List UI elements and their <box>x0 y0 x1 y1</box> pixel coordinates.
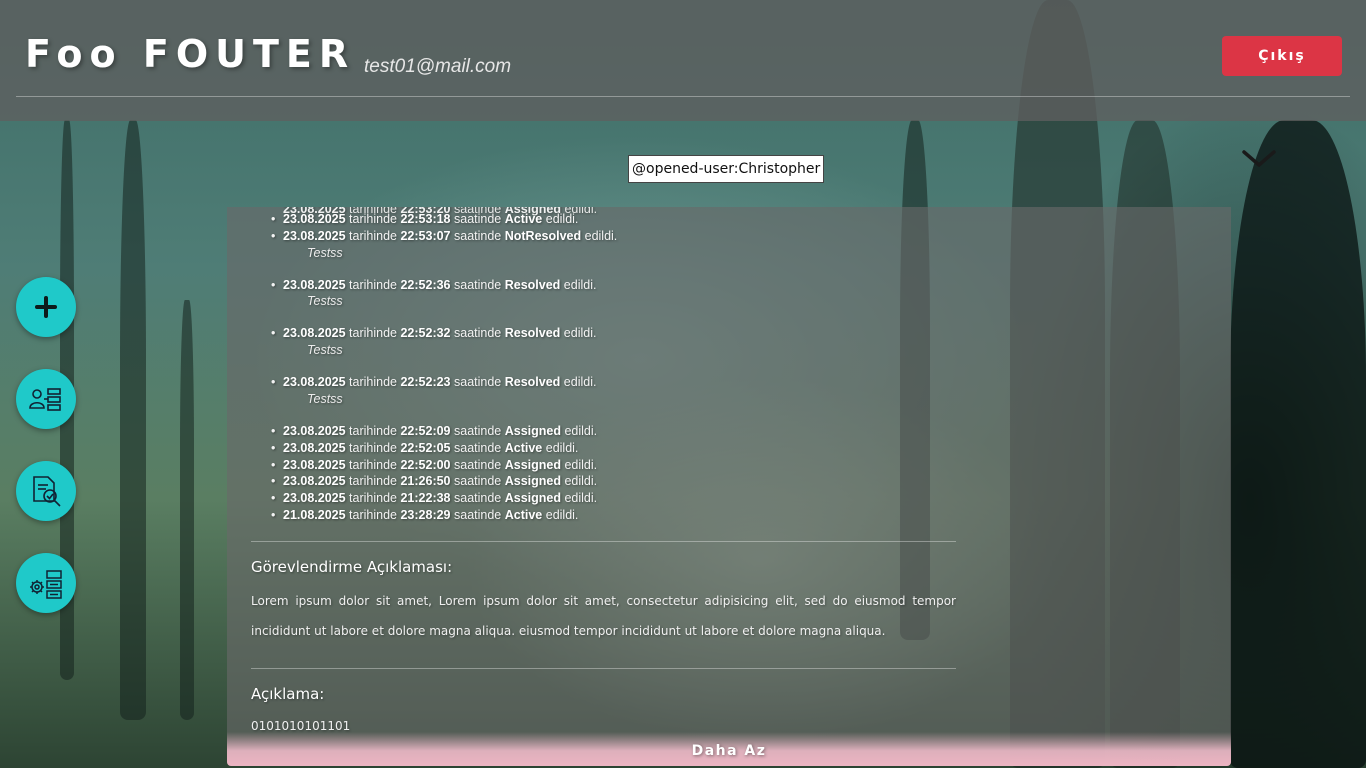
user-email: test01@mail.com <box>364 56 512 77</box>
entry-time: 22:52:36 <box>400 277 451 292</box>
header-divider <box>16 96 1350 97</box>
list-item: • 21.08.2025 tarihinde 23:28:29 saatinde … <box>271 507 579 522</box>
opened-user-tooltip: @opened-user:Christopher <box>628 155 825 183</box>
entry-status: Active <box>504 440 543 455</box>
entry-status: Assigned <box>504 457 561 472</box>
entry-note: Testss <box>307 391 343 406</box>
entry-date: 23.08.2025 <box>283 440 346 455</box>
assign-user-button[interactable] <box>16 369 76 429</box>
entry-date: 23.08.2025 <box>283 326 346 341</box>
entry-date: 23.08.2025 <box>283 491 346 506</box>
assignment-title: Görevlendirme Açıklaması: <box>251 558 453 576</box>
entry-status: Assigned <box>504 474 561 489</box>
entry-time: 23:28:29 <box>400 507 451 522</box>
list-item: • 23.08.2025 tarihinde 22:52:32 saatinde … <box>271 325 983 374</box>
list-item: • 23.08.2025 tarihinde 22:52:00 saatinde … <box>271 457 598 472</box>
user-assign-icon <box>29 388 61 411</box>
add-button[interactable] <box>16 277 76 337</box>
entry-status: Resolved <box>504 326 561 341</box>
entry-time: 22:52:09 <box>400 423 451 438</box>
document-review-button[interactable] <box>16 461 76 521</box>
entry-date: 23.08.2025 <box>283 457 346 472</box>
plus-icon <box>35 296 57 318</box>
list-item: • 23.08.2025 tarihinde 22:52:36 saatinde … <box>271 277 983 326</box>
entry-date: 23.08.2025 <box>283 277 346 292</box>
entry-status: Resolved <box>504 375 561 390</box>
document-search-icon <box>33 476 61 507</box>
entry-status: Assigned <box>504 491 561 506</box>
entry-status: NotResolved <box>504 228 582 243</box>
entry-date: 21.08.2025 <box>283 507 346 522</box>
show-less-button[interactable]: Daha Az <box>227 732 1231 766</box>
entry-date: 23.08.2025 <box>283 423 346 438</box>
entry-date: 23.08.2025 <box>283 375 346 390</box>
entry-date: 23.08.2025 <box>283 228 346 243</box>
entry-status: Active <box>504 507 543 522</box>
brand-title: Foo FOUTER <box>25 32 356 76</box>
entry-time: 22:53:07 <box>400 228 451 243</box>
entry-date: 23.08.2025 <box>283 212 346 226</box>
section-divider <box>251 541 956 542</box>
chevron-down-icon[interactable] <box>1241 146 1277 170</box>
entry-note: Testss <box>307 245 343 260</box>
entry-status: Resolved <box>504 277 561 292</box>
entry-time: 22:53:18 <box>400 212 451 226</box>
entry-time: 21:22:38 <box>400 491 451 506</box>
entry-time: 21:26:50 <box>400 474 451 489</box>
list-item: • 23.08.2025 tarihinde 21:26:50 saatinde … <box>271 474 598 489</box>
entry-time: 22:52:00 <box>400 457 451 472</box>
entry-time: 22:52:23 <box>400 375 451 390</box>
status-history-entries: • 23.08.2025 tarihinde 22:53:18 saatinde … <box>271 211 983 524</box>
logout-button[interactable]: Çıkış <box>1222 36 1342 76</box>
entry-date: 23.08.2025 <box>283 474 346 489</box>
entry-status: Active <box>504 212 543 226</box>
entry-time: 22:52:32 <box>400 326 451 341</box>
list-item: • 23.08.2025 tarihinde 22:52:23 saatinde … <box>271 374 983 423</box>
settings-workflow-icon <box>30 570 62 599</box>
entry-status: Assigned <box>504 423 561 438</box>
list-item: • 23.08.2025 tarihinde 21:22:38 saatinde … <box>271 491 598 506</box>
list-item: • 23.08.2025 tarihinde 22:52:09 saatinde … <box>271 423 598 438</box>
description-title: Açıklama: <box>251 685 325 703</box>
list-item: • 23.08.2025 tarihinde 22:52:05 saatinde … <box>271 440 579 455</box>
ticket-detail-panel: • 23.08.2025 tarihinde 22:53:20 saatinde… <box>227 207 1231 766</box>
assignment-text: Lorem ipsum dolor sit amet, Lorem ipsum … <box>251 594 956 638</box>
entry-note: Testss <box>307 343 343 358</box>
app-header: Foo FOUTER test01@mail.com Çıkış <box>0 0 1366 121</box>
list-item: • 23.08.2025 tarihinde 22:53:18 saatinde … <box>271 212 579 226</box>
list-item: • 23.08.2025 tarihinde 22:53:07 saatinde … <box>271 228 983 277</box>
entry-time: 22:52:05 <box>400 440 451 455</box>
workflow-settings-button[interactable] <box>16 553 76 613</box>
section-divider <box>251 668 956 669</box>
entry-note: Testss <box>307 294 343 309</box>
